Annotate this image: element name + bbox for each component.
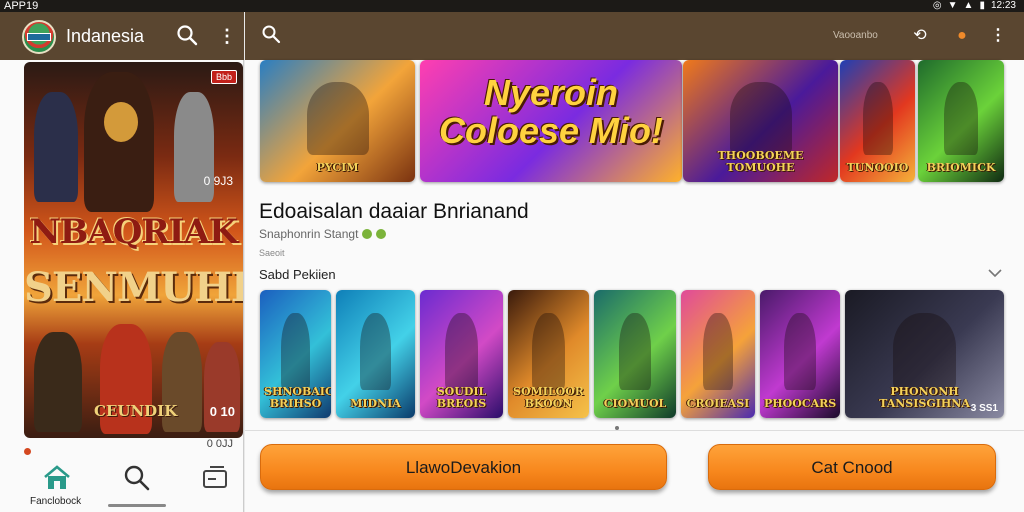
game-card[interactable]: SOUDIL BREOIS xyxy=(420,290,503,418)
game-card-title: SOMILOOR BKOON xyxy=(513,385,584,410)
signal-icon: ▲ xyxy=(963,0,974,11)
app-logo-icon[interactable] xyxy=(22,20,56,54)
status-time: 12:23 xyxy=(990,0,1016,11)
left-header: Indanesia ⋮ xyxy=(0,12,244,60)
search-icon[interactable] xyxy=(176,24,198,46)
app-title: Indanesia xyxy=(66,26,145,46)
location-icon: ◎ xyxy=(932,0,942,11)
section-subtitle-row: Snaphonrin Stangt xyxy=(259,227,387,241)
rating-dot-icon xyxy=(376,229,387,239)
page-indicator xyxy=(615,426,619,430)
home-nav-label: Fanclobock xyxy=(30,496,82,507)
game-card-count: 3 SS1 xyxy=(970,403,998,414)
game-card-title: PYCIM xyxy=(316,161,359,174)
banner-title: Nyeroin Coloese Mio! xyxy=(438,72,663,151)
game-card-title: SHNOBAIC BRIHSO xyxy=(264,385,331,410)
more-options-icon[interactable]: ⋮ xyxy=(218,26,236,46)
search-nav-icon[interactable] xyxy=(122,464,152,492)
right-header: Vaooanbo ⟲ ● ⋮ xyxy=(245,12,1024,60)
poster-count: 0 9J3 xyxy=(203,174,233,188)
game-card[interactable]: CROIEASI xyxy=(681,290,755,418)
divider xyxy=(245,430,1024,431)
left-meta-text: 0 0JJ xyxy=(206,438,233,450)
game-card[interactable]: SHNOBAIC BRIHSO xyxy=(260,290,331,418)
secondary-action-button[interactable]: Cat Cnood xyxy=(708,444,996,490)
battery-icon: ▮ xyxy=(979,0,985,11)
section-tiny-text: Saeoit xyxy=(259,248,285,258)
status-right: ◎ ▼ ▲ ▮ 12:23 xyxy=(933,0,1016,12)
section-subtitle: Snaphonrin Stangt xyxy=(259,227,359,241)
poster-badge: Bbb xyxy=(210,70,237,84)
game-card-title: PHOOCARS xyxy=(764,397,837,410)
game-card-title: SOUDIL BREOIS xyxy=(436,385,487,410)
right-panel: Vaooanbo ⟲ ● ⋮ PYCIM Nyeroin Coloese Mio!… xyxy=(245,12,1024,512)
game-card[interactable]: PHOOCARS xyxy=(760,290,840,418)
rating-dot-icon xyxy=(362,229,373,239)
more-options-icon[interactable]: ⋮ xyxy=(987,25,1009,47)
header-hint-text: Vaooanbo xyxy=(833,30,878,41)
game-card[interactable]: BRIOMICK xyxy=(918,60,1004,182)
notification-bell-icon[interactable]: ● xyxy=(951,25,973,47)
left-panel: Indanesia ⋮ Bbb 0 9J3 NBAQRIAK SENMUHLS … xyxy=(0,12,244,512)
poster-bottom-count: 0 10 xyxy=(209,404,235,419)
nav-active-indicator xyxy=(108,504,166,507)
home-icon[interactable] xyxy=(42,464,72,492)
featured-game-poster[interactable]: Bbb 0 9J3 NBAQRIAK SENMUHLS CEUNDIK 0 10 xyxy=(24,62,243,438)
game-card[interactable]: Nyeroin Coloese Mio! xyxy=(420,60,682,182)
game-card[interactable]: PHONONH TANSISGIHNA 3 SS1 xyxy=(845,290,1004,418)
game-card[interactable]: CIOMUOL xyxy=(594,290,676,418)
game-card[interactable]: THOOBOEME TOMUOHE xyxy=(683,60,838,182)
poster-title-line2: SENMUHLS xyxy=(24,264,243,311)
library-icon[interactable] xyxy=(200,464,230,492)
poster-bottom-text: CEUNDIK xyxy=(94,402,178,420)
section-title: Edoaisalan daaiar Bnrianand xyxy=(259,200,529,223)
game-card[interactable]: PYCIM xyxy=(260,60,415,182)
wifi-icon: ▼ xyxy=(947,0,958,11)
notification-dot xyxy=(24,448,31,455)
game-card-title: BRIOMICK xyxy=(926,161,996,174)
game-card-title: CIOMUOL xyxy=(603,397,667,410)
row-title: Sabd Pekiien xyxy=(259,267,336,282)
game-card[interactable]: MIDNIA xyxy=(336,290,415,418)
status-left-text: APP19 xyxy=(4,0,39,12)
search-icon[interactable] xyxy=(261,24,281,44)
cast-icon[interactable]: ⟲ xyxy=(909,25,931,47)
primary-action-button[interactable]: LlawoDevakion xyxy=(260,444,667,490)
game-card-title: MIDNIA xyxy=(350,397,401,410)
game-card-title: TUNOOIO xyxy=(846,161,909,174)
game-card-title: THOOBOEME TOMUOHE xyxy=(717,149,804,174)
game-card-title: CROIEASI xyxy=(686,397,750,410)
status-bar: APP19 ◎ ▼ ▲ ▮ 12:23 xyxy=(0,0,1024,12)
game-card[interactable]: SOMILOOR BKOON xyxy=(508,290,589,418)
game-card[interactable]: TUNOOIO xyxy=(840,60,915,182)
poster-title-line1: NBAQRIAK xyxy=(29,212,239,252)
chevron-down-icon[interactable] xyxy=(988,266,1002,280)
